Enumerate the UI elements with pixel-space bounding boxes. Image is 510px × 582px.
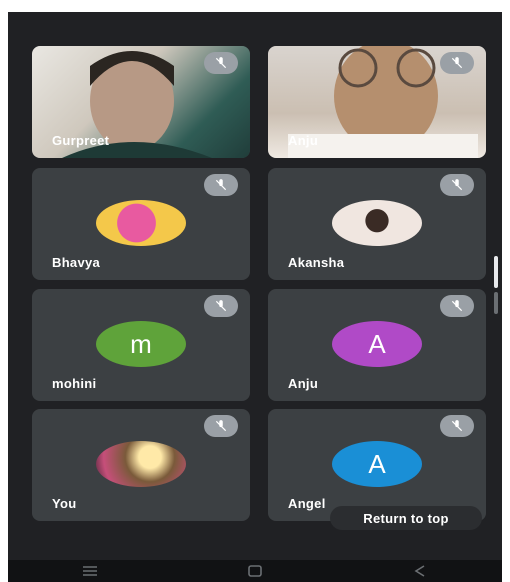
mic-off-icon <box>204 415 238 437</box>
participant-name: Akansha <box>288 255 345 270</box>
participant-name: Anju <box>288 376 319 391</box>
participant-name: mohini <box>52 376 97 391</box>
avatar-letter: m <box>96 321 186 367</box>
participant-name: Bhavya <box>52 255 101 270</box>
mic-off-icon <box>204 52 238 74</box>
mic-off-icon <box>440 415 474 437</box>
participant-tile-mohini[interactable]: m mohini <box>32 289 250 401</box>
participant-tile-angel[interactable]: A Angel <box>268 409 486 521</box>
avatar-letter: A <box>332 321 422 367</box>
mic-off-icon <box>204 295 238 317</box>
avatar-letter-text: A <box>368 448 386 479</box>
return-to-top-label: Return to top <box>363 510 449 526</box>
participant-tile-bhavya[interactable]: Bhavya <box>32 168 250 280</box>
avatar-image <box>96 200 186 246</box>
back-icon[interactable] <box>400 562 440 580</box>
participant-tile-you[interactable]: You <box>32 409 250 521</box>
mic-off-icon <box>204 174 238 196</box>
avatar-letter-text: m <box>130 328 152 359</box>
return-to-top-button[interactable]: Return to top <box>330 506 482 530</box>
home-icon[interactable] <box>235 562 275 580</box>
mic-off-icon <box>440 174 474 196</box>
avatar-image <box>332 200 422 246</box>
menu-icon[interactable] <box>70 562 110 580</box>
participant-tile-anju-2[interactable]: A Anju <box>268 289 486 401</box>
participant-tile-anju[interactable]: Anju <box>268 46 486 158</box>
avatar-letter: A <box>332 441 422 487</box>
participant-name: You <box>52 496 77 511</box>
participant-name: Gurpreet <box>52 133 110 148</box>
meeting-grid-screen: Gurpreet Anju Bhavya Akansha m mohini A … <box>8 12 502 582</box>
participant-name: Angel <box>288 496 326 511</box>
scrollbar-track <box>494 292 498 314</box>
avatar-letter-text: A <box>368 328 386 359</box>
participant-name: Anju <box>288 133 319 148</box>
participant-tile-gurpreet[interactable]: Gurpreet <box>32 46 250 158</box>
mic-off-icon <box>440 295 474 317</box>
participant-tile-akansha[interactable]: Akansha <box>268 168 486 280</box>
avatar-image <box>96 441 186 487</box>
mic-off-icon <box>440 52 474 74</box>
scrollbar-thumb[interactable] <box>494 256 498 288</box>
system-nav-bar <box>8 560 502 582</box>
